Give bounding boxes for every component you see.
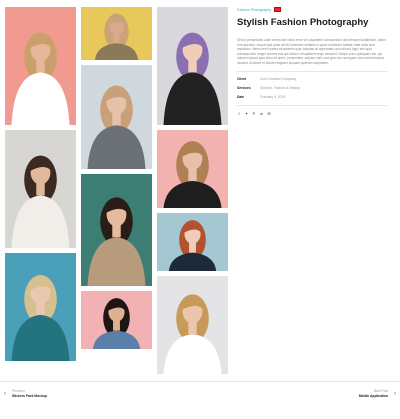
photo-woman-purple-hair[interactable]: [157, 7, 228, 125]
photo-woman-gray-hoodie[interactable]: [81, 65, 152, 169]
prev-post-link[interactable]: Previous Stickers Pack Mockup: [12, 389, 47, 398]
footer-divider: [0, 381, 400, 382]
chevron-left-icon[interactable]: ‹: [4, 391, 6, 397]
pinterest-icon[interactable]: P: [252, 111, 256, 116]
email-icon[interactable]: ✉: [267, 111, 271, 116]
chevron-right-icon[interactable]: ›: [394, 391, 396, 397]
next-post-link[interactable]: Next Post Mobile Application: [359, 389, 388, 398]
photo-woman-long-blonde-hair[interactable]: [157, 276, 228, 374]
prev-post-label: Previous: [12, 389, 25, 393]
facebook-icon[interactable]: f: [237, 111, 241, 116]
next-post-label: Next Post: [373, 389, 388, 393]
linkedin-icon[interactable]: in: [260, 111, 264, 116]
meta-date-label: Date: [237, 95, 245, 99]
project-title: Stylish Fashion Photography: [237, 17, 369, 28]
photo-woman-pink-wall[interactable]: [157, 130, 228, 208]
meta-services-value: Editorial, Fashion & Beauty: [260, 86, 300, 90]
twitter-icon[interactable]: ✦: [245, 111, 249, 116]
project-description: Sed ut perspiciatis unde omnis iste natu…: [237, 38, 386, 65]
next-post-title[interactable]: Mobile Application: [359, 394, 388, 398]
photo-woman-denim-jacket[interactable]: [81, 291, 152, 349]
share-links: f ✦ P in ✉: [237, 111, 271, 116]
prev-post-title[interactable]: Stickers Pack Mockup: [12, 394, 47, 398]
divider-top: [237, 71, 387, 72]
divider-bottom: [237, 105, 387, 106]
project-category[interactable]: Fashion Photography: [237, 7, 282, 12]
meta-client-label: Client: [237, 77, 247, 81]
photo-woman-in-water[interactable]: [5, 253, 76, 361]
category-label[interactable]: Fashion Photography: [237, 8, 271, 12]
flag-icon: [274, 7, 282, 12]
meta-services-label: Services: [237, 86, 251, 90]
meta-client-value: Cohn Creative Company: [260, 77, 297, 81]
photo-woman-pink-background[interactable]: [5, 7, 76, 125]
photo-woman-white-suit[interactable]: [5, 130, 76, 248]
meta-date-value: February 9, 2019: [260, 95, 286, 99]
photo-woman-yellow-background[interactable]: [81, 7, 152, 60]
photo-woman-red-hair[interactable]: [157, 213, 228, 271]
photo-woman-teddy-bear[interactable]: [81, 174, 152, 286]
